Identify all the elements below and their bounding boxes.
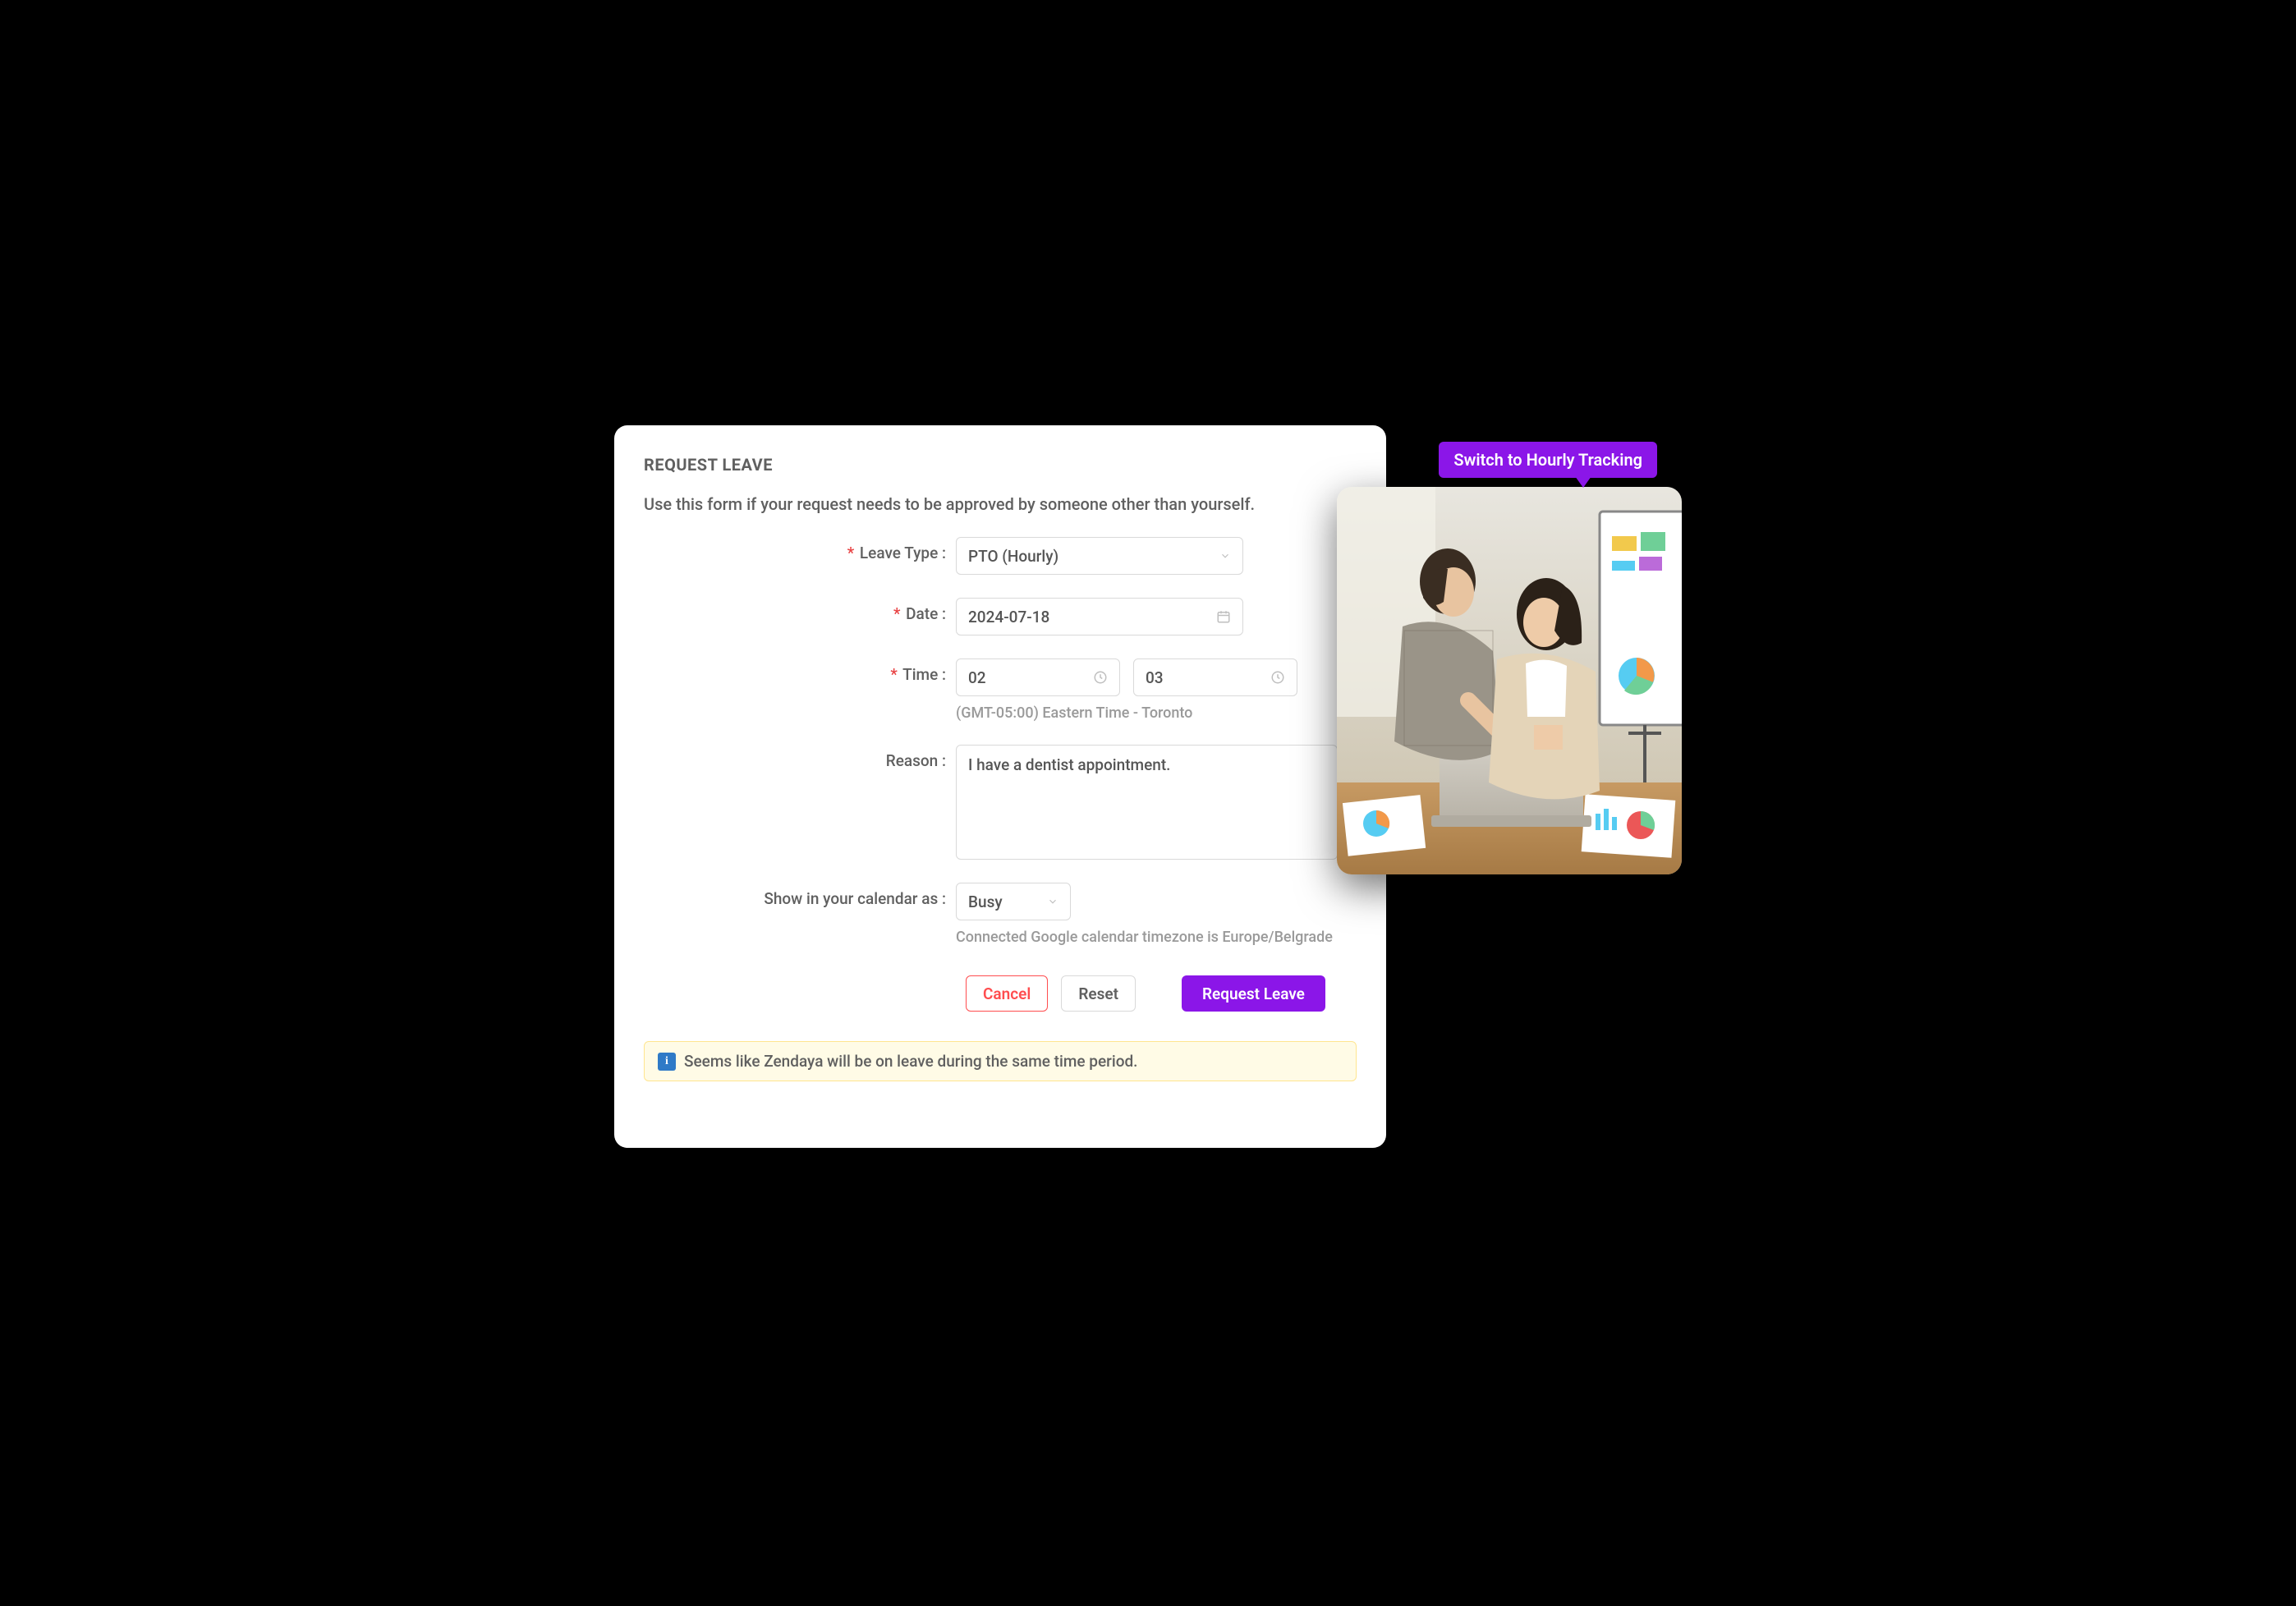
field-calendar: Show in your calendar as : Busy Connecte… <box>644 883 1357 946</box>
time-end-input[interactable]: 03 <box>1133 658 1297 696</box>
reason-value: I have a dentist appointment. <box>968 755 1170 774</box>
clock-icon <box>1093 670 1108 685</box>
request-leave-button[interactable]: Request Leave <box>1182 975 1325 1012</box>
field-date: * Date : 2024-07-18 <box>644 598 1357 636</box>
date-label: * Date : <box>893 604 946 623</box>
reason-textarea[interactable]: I have a dentist appointment. <box>956 745 1338 860</box>
leave-request-form: REQUEST LEAVE Use this form if your requ… <box>614 425 1386 1148</box>
calendar-label: Show in your calendar as : <box>764 889 946 908</box>
time-start-input[interactable]: 02 <box>956 658 1120 696</box>
calendar-status-select[interactable]: Busy <box>956 883 1071 920</box>
info-icon: i <box>658 1053 676 1071</box>
form-actions: Cancel Reset Request Leave <box>966 975 1357 1012</box>
reason-label: Reason : <box>886 751 946 770</box>
date-value: 2024-07-18 <box>968 608 1049 626</box>
promo-photo <box>1337 487 1682 874</box>
hourly-tracking-callout: Switch to Hourly Tracking <box>1439 442 1657 478</box>
form-title: REQUEST LEAVE <box>644 455 1357 475</box>
leave-type-select[interactable]: PTO (Hourly) <box>956 537 1243 575</box>
form-subtitle: Use this form if your request needs to b… <box>644 494 1357 514</box>
cancel-button[interactable]: Cancel <box>966 975 1048 1012</box>
leave-type-label: * Leave Type : <box>847 544 946 562</box>
date-input[interactable]: 2024-07-18 <box>956 598 1243 636</box>
reset-button[interactable]: Reset <box>1061 975 1136 1012</box>
clock-icon <box>1270 670 1285 685</box>
time-end-value: 03 <box>1146 668 1164 687</box>
chevron-down-icon <box>1219 550 1231 562</box>
field-leave-type: * Leave Type : PTO (Hourly) <box>644 537 1357 575</box>
calendar-timezone-note: Connected Google calendar timezone is Eu… <box>956 929 1357 946</box>
chevron-down-icon <box>1047 896 1058 907</box>
conflict-info-text: Seems like Zendaya will be on leave duri… <box>684 1052 1137 1071</box>
time-label: * Time : <box>890 665 946 684</box>
conflict-info-banner: i Seems like Zendaya will be on leave du… <box>644 1041 1357 1081</box>
leave-type-value: PTO (Hourly) <box>968 547 1058 566</box>
calendar-status-value: Busy <box>968 892 1003 911</box>
field-reason: Reason : I have a dentist appointment. <box>644 745 1357 860</box>
timezone-note: (GMT-05:00) Eastern Time - Toronto <box>956 704 1357 722</box>
time-start-value: 02 <box>968 668 986 687</box>
calendar-icon <box>1216 609 1231 624</box>
field-time: * Time : 02 03 <box>644 658 1357 722</box>
